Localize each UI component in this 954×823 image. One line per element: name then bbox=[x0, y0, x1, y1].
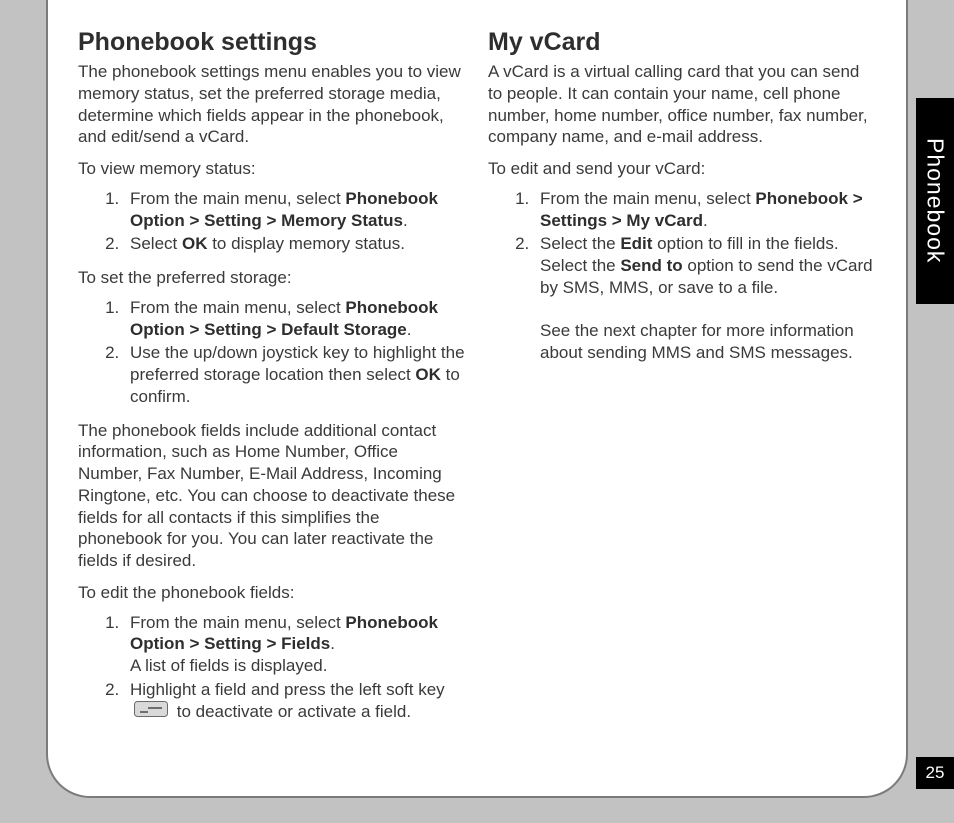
list-item: Use the up/down joystick key to highligh… bbox=[124, 342, 466, 407]
step-text: . bbox=[330, 634, 335, 653]
manual-page: Phonebook settings The phonebook setting… bbox=[0, 0, 954, 823]
section-tab: Phonebook bbox=[916, 98, 954, 304]
vcard-lead: To edit and send your vCard: bbox=[488, 158, 876, 180]
step-text: From the main menu, select bbox=[540, 189, 755, 208]
step-text: Highlight a field and press the left sof… bbox=[130, 680, 445, 699]
content-card: Phonebook settings The phonebook setting… bbox=[46, 0, 908, 798]
prefstorage-steps: From the main menu, select Phonebook Opt… bbox=[78, 297, 466, 408]
step-bold: Send to bbox=[620, 256, 682, 275]
fields-paragraph: The phonebook fields include additional … bbox=[78, 420, 466, 572]
left-softkey-icon bbox=[134, 701, 168, 723]
list-item: From the main menu, select Phonebook Opt… bbox=[124, 188, 466, 232]
step-text: From the main menu, select bbox=[130, 189, 345, 208]
list-item: From the main menu, select Phonebook Opt… bbox=[124, 297, 466, 341]
list-item: Select the Edit option to fill in the fi… bbox=[534, 233, 876, 364]
heading-my-vcard: My vCard bbox=[488, 28, 876, 57]
left-column: Phonebook settings The phonebook setting… bbox=[78, 28, 466, 735]
step-text: . bbox=[407, 320, 412, 339]
intro-my-vcard: A vCard is a virtual calling card that y… bbox=[488, 61, 876, 148]
fields-steps: From the main menu, select Phonebook Opt… bbox=[78, 612, 466, 723]
vcard-steps: From the main menu, select Phonebook > S… bbox=[488, 188, 876, 364]
list-item: Highlight a field and press the left sof… bbox=[124, 679, 466, 723]
list-item: From the main menu, select Phonebook Opt… bbox=[124, 612, 466, 677]
heading-phonebook-settings: Phonebook settings bbox=[78, 28, 466, 57]
step-text: From the main menu, select bbox=[130, 298, 345, 317]
step-bold: Edit bbox=[620, 234, 652, 253]
prefstorage-lead: To set the preferred storage: bbox=[78, 267, 466, 289]
step-bold: OK bbox=[415, 365, 441, 384]
page-number: 25 bbox=[916, 757, 954, 789]
step-text: . bbox=[403, 211, 408, 230]
step-text: Select bbox=[130, 234, 182, 253]
step-text: From the main menu, select bbox=[130, 613, 345, 632]
step-note: See the next chapter for more informatio… bbox=[540, 321, 854, 362]
list-item: From the main menu, select Phonebook > S… bbox=[534, 188, 876, 232]
section-tab-label: Phonebook bbox=[922, 138, 949, 263]
step-text: to deactivate or activate a field. bbox=[172, 702, 411, 721]
step-text: . bbox=[703, 211, 708, 230]
step-text: A list of fields is displayed. bbox=[130, 656, 327, 675]
memstatus-steps: From the main menu, select Phonebook Opt… bbox=[78, 188, 466, 255]
step-text: Select the bbox=[540, 234, 620, 253]
memstatus-lead: To view memory status: bbox=[78, 158, 466, 180]
step-text: to display memory status. bbox=[207, 234, 404, 253]
list-item: Select OK to display memory status. bbox=[124, 233, 466, 255]
step-bold: OK bbox=[182, 234, 208, 253]
intro-phonebook-settings: The phonebook settings menu enables you … bbox=[78, 61, 466, 148]
right-column: My vCard A vCard is a virtual calling ca… bbox=[488, 28, 876, 735]
fields-lead: To edit the phonebook fields: bbox=[78, 582, 466, 604]
two-column-layout: Phonebook settings The phonebook setting… bbox=[78, 28, 876, 735]
